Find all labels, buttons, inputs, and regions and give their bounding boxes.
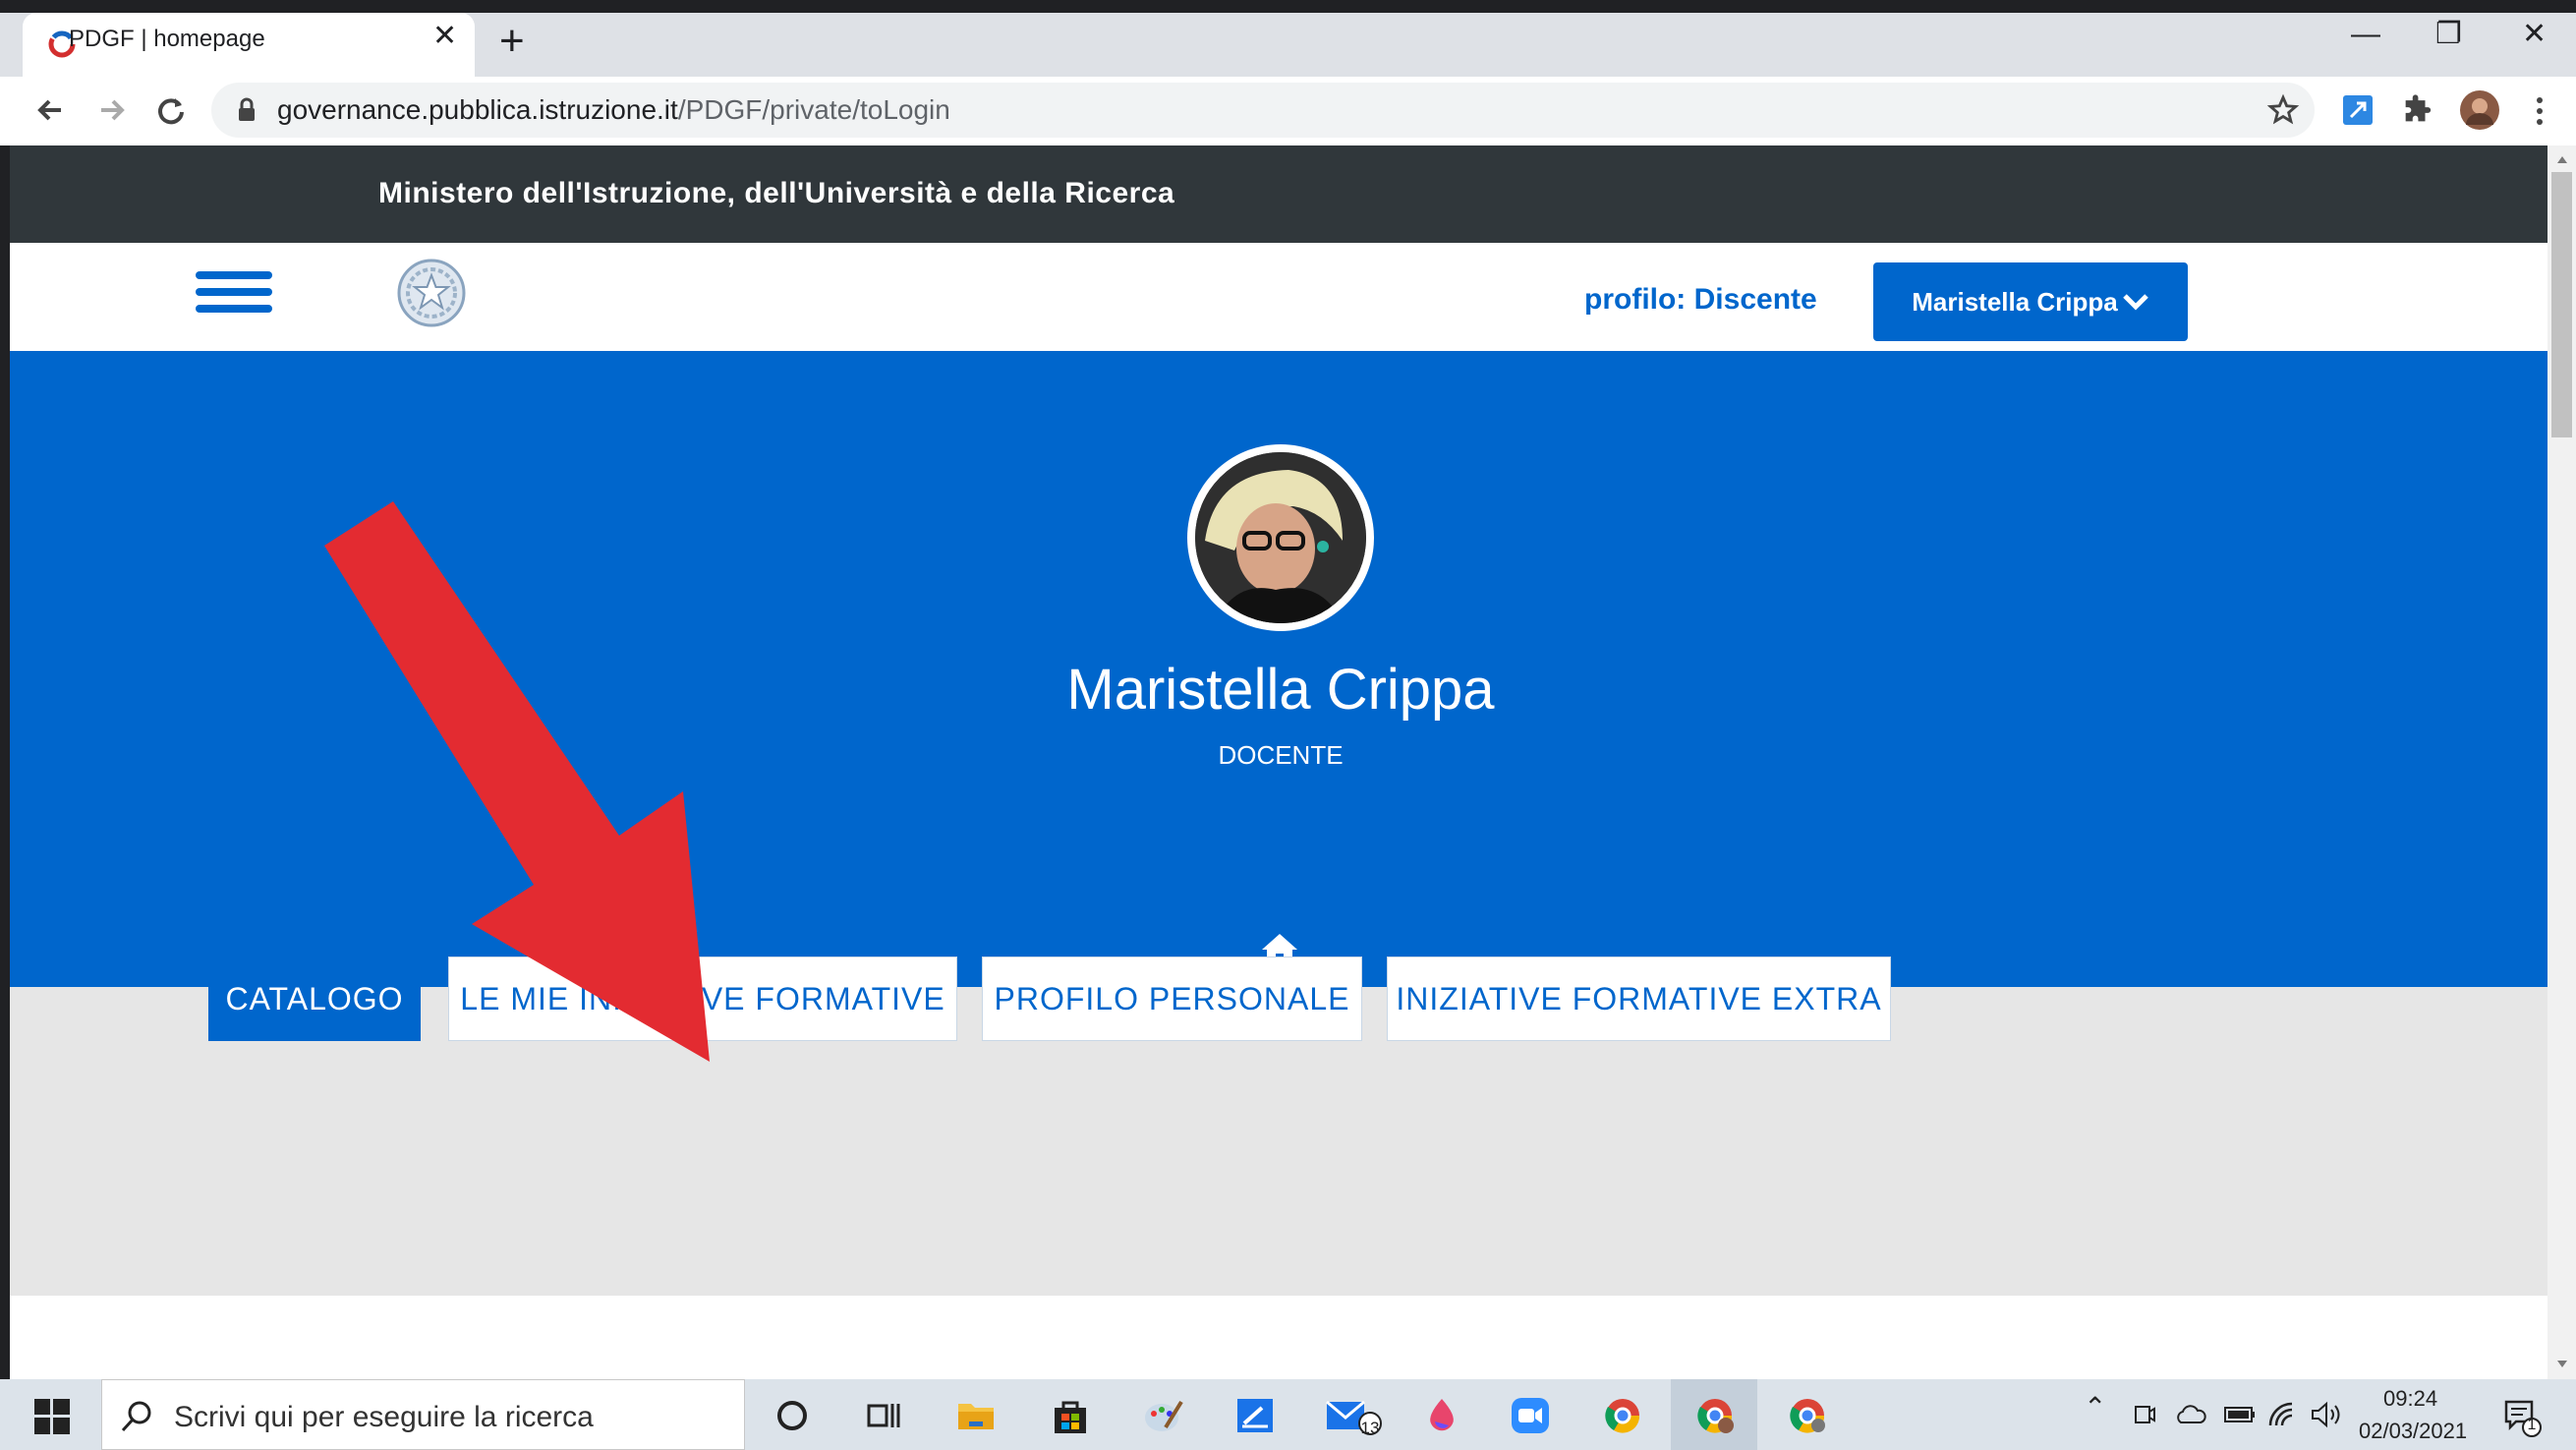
chrome-secondary-icon[interactable] bbox=[1787, 1396, 1828, 1435]
close-window-button[interactable]: ✕ bbox=[2522, 20, 2547, 49]
clock-time[interactable]: 09:24 bbox=[2383, 1386, 2437, 1412]
user-avatar bbox=[1195, 452, 1366, 623]
hamburger-menu-icon[interactable] bbox=[196, 271, 272, 322]
extensions-puzzle-icon[interactable] bbox=[2400, 93, 2433, 127]
show-hidden-icons-icon[interactable]: ⌃ bbox=[2084, 1394, 2106, 1421]
user-menu-button[interactable]: Maristella Crippa bbox=[1873, 262, 2188, 341]
chrome-icon[interactable] bbox=[1602, 1396, 1643, 1435]
meet-now-icon[interactable] bbox=[2133, 1401, 2156, 1428]
restore-button[interactable]: ❐ bbox=[2435, 20, 2462, 49]
mail-badge-count: 13 bbox=[1360, 1419, 1380, 1437]
file-explorer-icon[interactable] bbox=[955, 1396, 997, 1435]
task-view-icon[interactable] bbox=[863, 1396, 904, 1435]
clock-date[interactable]: 02/03/2021 bbox=[2359, 1419, 2467, 1444]
ministry-bar: Ministero dell'Istruzione, dell'Universi… bbox=[10, 145, 2547, 243]
scroll-down-icon[interactable] bbox=[2555, 1359, 2569, 1370]
url-text[interactable]: governance.pubblica.istruzione.it/PDGF/p… bbox=[277, 94, 950, 126]
tab-close-icon[interactable]: ✕ bbox=[432, 22, 457, 51]
bookmark-star-icon[interactable] bbox=[2266, 93, 2300, 127]
user-name: Maristella Crippa bbox=[1066, 658, 1495, 722]
store-icon[interactable] bbox=[1050, 1396, 1091, 1435]
chevron-down-icon bbox=[2122, 294, 2148, 311]
lock-icon[interactable] bbox=[236, 96, 258, 124]
user-photo-icon bbox=[1195, 452, 1366, 623]
red-arrow-annotation-icon bbox=[324, 501, 710, 1062]
profile-label: profilo: Discente bbox=[1584, 283, 1817, 316]
new-tab-button[interactable]: + bbox=[499, 20, 525, 63]
back-arrow-icon[interactable] bbox=[31, 90, 71, 130]
taskbar-search-placeholder: Scrivi qui per eseguire la ricerca bbox=[174, 1401, 594, 1433]
wifi-icon[interactable] bbox=[2266, 1400, 2300, 1429]
cortana-icon[interactable] bbox=[772, 1396, 813, 1435]
republic-emblem-icon bbox=[397, 259, 466, 327]
windows-start-icon[interactable] bbox=[34, 1399, 70, 1434]
battery-icon[interactable] bbox=[2223, 1405, 2257, 1424]
scrollbar-thumb[interactable] bbox=[2551, 172, 2572, 437]
ministry-title: Ministero dell'Istruzione, dell'Universi… bbox=[378, 177, 1175, 209]
profile-avatar-icon[interactable] bbox=[2459, 89, 2500, 131]
user-role: DOCENTE bbox=[1218, 740, 1344, 770]
onedrive-icon[interactable] bbox=[2174, 1404, 2207, 1425]
drop-app-icon[interactable] bbox=[1421, 1396, 1462, 1435]
forward-arrow-icon[interactable] bbox=[91, 90, 131, 130]
browser-menu-icon[interactable] bbox=[2532, 94, 2547, 128]
whiteboard-app-icon[interactable] bbox=[1234, 1396, 1276, 1435]
scroll-up-icon[interactable] bbox=[2555, 153, 2569, 165]
volume-icon[interactable] bbox=[2310, 1400, 2345, 1429]
reload-icon[interactable] bbox=[151, 90, 191, 130]
chrome-profile-icon[interactable] bbox=[1694, 1396, 1736, 1435]
tab-iniziative-formative-extra[interactable]: INIZIATIVE FORMATIVE EXTRA bbox=[1387, 957, 1891, 1041]
extension-link-icon[interactable] bbox=[2341, 93, 2375, 127]
tab-profilo-personale[interactable]: PROFILO PERSONALE bbox=[982, 957, 1362, 1041]
user-menu-label: Maristella Crippa bbox=[1912, 286, 2118, 317]
tab-title: PDGF | homepage bbox=[69, 26, 265, 52]
paint-icon[interactable] bbox=[1142, 1396, 1183, 1435]
search-icon bbox=[121, 1401, 151, 1432]
minimize-button[interactable]: — bbox=[2351, 20, 2380, 49]
notification-badge-count: 1 bbox=[2527, 1417, 2537, 1433]
zoom-icon[interactable] bbox=[1510, 1396, 1551, 1435]
